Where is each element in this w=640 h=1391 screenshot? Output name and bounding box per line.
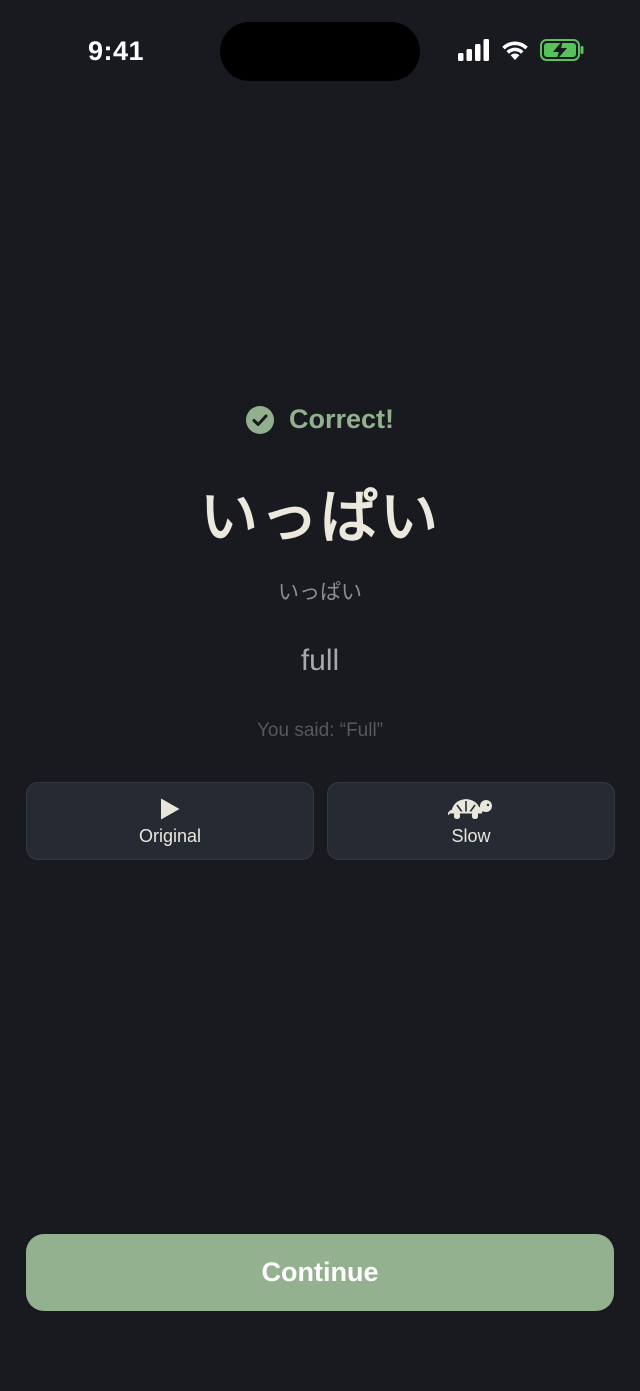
word-meaning: full [300, 644, 340, 677]
you-said-text: You said: “Full” [256, 720, 384, 741]
play-original-button[interactable]: Original [26, 782, 314, 860]
feedback-row: Correct! [0, 404, 640, 435]
status-bar: 9:41 [0, 0, 640, 100]
cellular-signal-icon [458, 39, 489, 61]
play-slow-button[interactable]: Slow [327, 782, 615, 860]
check-circle-icon [245, 405, 274, 434]
turtle-icon [448, 798, 492, 819]
play-icon [161, 798, 180, 819]
status-icons [458, 39, 584, 61]
play-original-label: Original [138, 825, 202, 846]
play-slow-label: Slow [451, 825, 491, 846]
dynamic-island [220, 22, 420, 81]
target-word: いっぱい [199, 483, 440, 551]
word-reading: いっぱい [278, 581, 362, 604]
status-time: 9:41 [88, 36, 145, 66]
wifi-icon [502, 41, 528, 60]
feedback-text: Correct! [288, 404, 395, 434]
continue-button[interactable]: Continue [26, 1234, 614, 1311]
battery-charging-icon [540, 39, 584, 61]
continue-label: Continue [261, 1257, 379, 1287]
